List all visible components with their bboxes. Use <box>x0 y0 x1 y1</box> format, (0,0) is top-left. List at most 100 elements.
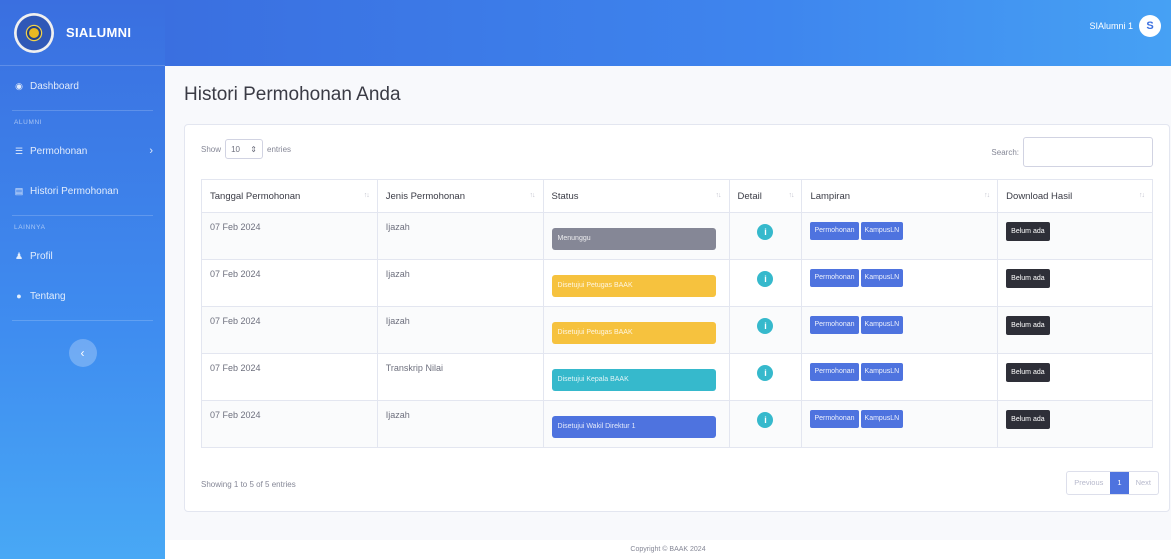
status-badge: Menunggu <box>551 228 716 250</box>
sidebar-item-label: Profil <box>30 250 53 262</box>
footer: Copyright © BAAK 2024 <box>165 540 1171 559</box>
info-detail-icon[interactable]: i <box>757 318 774 334</box>
cell-detail: i <box>728 259 803 307</box>
permohonan-attachment-button[interactable]: Permohonan <box>810 316 859 334</box>
sidebar-item-label: Permohonan <box>30 145 88 157</box>
cell-status: Disetujui Petugas BAAK <box>542 259 730 307</box>
permohonan-attachment-button[interactable]: Permohonan <box>810 269 859 287</box>
download-result-button[interactable]: Belum ada <box>1006 269 1050 288</box>
search-label: Search: <box>991 147 1019 157</box>
download-result-button[interactable]: Belum ada <box>1006 410 1050 429</box>
cell-jenis: Ijazah <box>376 400 544 448</box>
cell-tanggal: 07 Feb 2024 <box>201 212 378 260</box>
kampusln-attachment-button[interactable]: KampusLN <box>860 222 904 240</box>
brand[interactable]: SIALUMNI <box>0 0 165 66</box>
cell-lampiran: Permohonan KampusLN <box>801 306 999 354</box>
table-row: 07 Feb 2024 Ijazah Menunggu i Permohonan Kamp… <box>201 212 1153 260</box>
cell-jenis: Transkrip Nilai <box>376 353 544 401</box>
cell-download: Belum ada <box>997 400 1153 448</box>
sort-icon: ↑↓ <box>715 192 722 199</box>
cell-detail: i <box>728 353 803 401</box>
search-input[interactable] <box>1023 137 1153 167</box>
info-detail-icon[interactable]: i <box>757 412 774 428</box>
kampusln-attachment-button[interactable]: KampusLN <box>860 316 904 334</box>
cell-lampiran: Permohonan KampusLN <box>801 212 999 260</box>
entries-select[interactable]: 10 ⇕ <box>225 139 264 159</box>
sidebar-heading-alumni: ALUMNI <box>14 119 43 126</box>
cell-tanggal: 07 Feb 2024 <box>201 400 378 448</box>
sidebar-item-tentang[interactable]: ● Tentang <box>0 276 165 316</box>
cell-detail: i <box>728 212 803 260</box>
sort-icon: ↑↓ <box>984 192 990 199</box>
dashboard-icon: ◉ <box>15 80 23 91</box>
column-header-lampiran[interactable]: Lampiran ↑↓ <box>801 179 999 213</box>
column-header-status[interactable]: Status ↑↓ <box>542 179 730 213</box>
cell-jenis: Ijazah <box>376 259 544 307</box>
cell-status: Disetujui Petugas BAAK <box>542 306 730 354</box>
cell-download: Belum ada <box>997 353 1153 401</box>
university-logo <box>14 12 54 53</box>
entries-control: Show 10 ⇕ entries <box>201 139 291 159</box>
permohonan-attachment-button[interactable]: Permohonan <box>810 410 859 428</box>
kampusln-attachment-button[interactable]: KampusLN <box>860 269 904 287</box>
user-name: SIAlumni 1 <box>1089 21 1133 31</box>
sort-arrows-icon: ⇕ <box>250 144 257 154</box>
cell-status: Menunggu <box>542 212 730 260</box>
entries-value: 10 <box>231 144 241 154</box>
page-title: Histori Permohonan Anda <box>184 84 401 105</box>
cell-download: Belum ada <box>997 212 1153 260</box>
cell-lampiran: Permohonan KampusLN <box>801 353 999 401</box>
column-header-tanggal[interactable]: Tanggal Permohonan ↑↓ <box>201 179 378 213</box>
topbar: SIAlumni 1 S <box>165 0 1171 66</box>
sidebar-item-histori-permohonan[interactable]: ▤ Histori Permohonan <box>0 171 165 211</box>
table-header-row: Tanggal Permohonan ↑↓ Jenis Permohonan ↑↓ … <box>201 179 1153 213</box>
column-header-detail[interactable]: Detail ↑↓ <box>728 179 803 213</box>
download-result-button[interactable]: Belum ada <box>1006 363 1050 382</box>
previous-button[interactable]: Previous <box>1067 472 1110 494</box>
sidebar-item-label: Tentang <box>30 290 66 302</box>
info-detail-icon[interactable]: i <box>757 224 774 240</box>
history-table: Tanggal Permohonan ↑↓ Jenis Permohonan ↑↓ … <box>201 179 1153 448</box>
permohonan-attachment-button[interactable]: Permohonan <box>810 222 859 240</box>
user-menu[interactable]: SIAlumni 1 S <box>1089 15 1161 37</box>
page-1-button[interactable]: 1 <box>1110 472 1129 494</box>
download-result-button[interactable]: Belum ada <box>1006 316 1050 335</box>
status-badge: Disetujui Petugas BAAK <box>551 322 716 344</box>
cell-lampiran: Permohonan KampusLN <box>801 259 999 307</box>
kampusln-attachment-button[interactable]: KampusLN <box>860 410 904 428</box>
entries-label: entries <box>267 144 292 154</box>
sidebar-toggle-button[interactable]: ‹ <box>68 339 97 367</box>
sidebar-item-label: Dashboard <box>30 80 79 92</box>
table-row: 07 Feb 2024 Transkrip Nilai Disetujui Kepa… <box>201 353 1153 401</box>
status-badge: Disetujui Wakil Direktur 1 <box>551 416 716 438</box>
kampusln-attachment-button[interactable]: KampusLN <box>860 363 904 381</box>
download-result-button[interactable]: Belum ada <box>1006 222 1050 241</box>
list-icon: ☰ <box>14 145 24 156</box>
avatar: S <box>1139 15 1161 37</box>
sidebar-item-label: Histori Permohonan <box>30 185 119 197</box>
sidebar-heading-lainnya: LAINNYA <box>14 224 46 231</box>
user-icon: ♟ <box>14 250 24 261</box>
permohonan-attachment-button[interactable]: Permohonan <box>810 363 859 381</box>
sidebar-item-permohonan[interactable]: ☰ Permohonan › <box>0 131 165 171</box>
sort-icon: ↑↓ <box>788 192 794 199</box>
chevron-right-icon: › <box>149 145 153 157</box>
cell-jenis: Ijazah <box>376 212 544 260</box>
sidebar-item-dashboard[interactable]: ◉ Dashboard <box>0 66 165 106</box>
info-detail-icon[interactable]: i <box>757 365 774 381</box>
status-badge: Disetujui Kepala BAAK <box>551 369 716 391</box>
column-header-jenis[interactable]: Jenis Permohonan ↑↓ <box>376 179 544 213</box>
sidebar-divider <box>12 110 153 111</box>
cell-status: Disetujui Kepala BAAK <box>542 353 730 401</box>
chevron-left-icon: ‹ <box>80 346 85 360</box>
sort-icon: ↑↓ <box>529 192 536 199</box>
pagination: Previous 1 Next <box>1066 471 1159 495</box>
sidebar-divider <box>12 215 153 216</box>
cell-status: Disetujui Wakil Direktur 1 <box>542 400 730 448</box>
sidebar-item-profil[interactable]: ♟ Profil <box>0 236 165 276</box>
next-button[interactable]: Next <box>1129 472 1158 494</box>
sidebar: SIALUMNI ◉ Dashboard ALUMNI ☰ Permohonan… <box>0 0 165 559</box>
cell-jenis: Ijazah <box>376 306 544 354</box>
info-detail-icon[interactable]: i <box>757 271 774 287</box>
column-header-download[interactable]: Download Hasil ↑↓ <box>997 179 1153 213</box>
